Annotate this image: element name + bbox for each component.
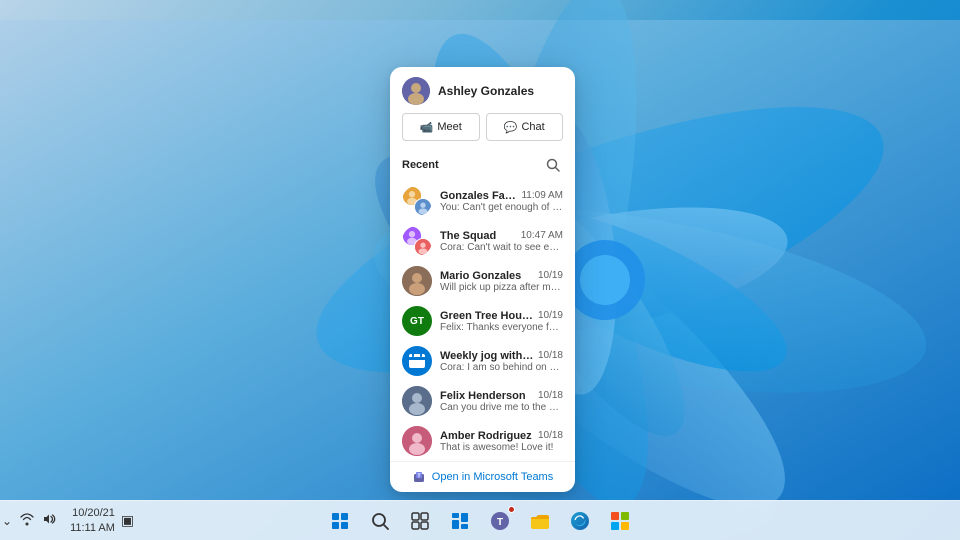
notification-badge [508, 506, 515, 513]
notification-center-icon[interactable]: ▣ [119, 512, 136, 529]
conversations-list: Gonzales Family 11:09 AM You: Can't get … [390, 181, 575, 461]
conversation-felix-henderson[interactable]: Felix Henderson 10/18 Can you drive me t… [390, 381, 575, 421]
recent-header: Recent [390, 151, 575, 181]
widgets-icon [451, 512, 469, 530]
wifi-icon [20, 512, 34, 526]
conversation-amber-rodriguez[interactable]: Amber Rodriguez 10/18 That is awesome! L… [390, 421, 575, 461]
conversation-green-tree-house[interactable]: GT Green Tree House PTA 10/19 Felix: Tha… [390, 301, 575, 341]
conversation-the-squad[interactable]: The Squad 10:47 AM Cora: Can't wait to s… [390, 221, 575, 261]
conversation-weekly-jog[interactable]: Weekly jog with Cora 10/18 Cora: I am so… [390, 341, 575, 381]
windows-logo [332, 513, 348, 529]
felix-henderson-content: Felix Henderson 10/18 Can you drive me t… [440, 390, 563, 413]
volume-icon [42, 512, 56, 526]
search-taskbar-button[interactable] [362, 503, 398, 539]
desktop: Ashley Gonzales 📹 Meet 💬 Chat Recent [0, 0, 960, 540]
chat-panel: Ashley Gonzales 📹 Meet 💬 Chat Recent [390, 67, 575, 492]
widgets-button[interactable] [442, 503, 478, 539]
felix-henderson-avatar [402, 386, 432, 416]
tray-chevron[interactable]: ⌄ [0, 514, 14, 528]
meet-button[interactable]: 📹 Meet [402, 113, 480, 141]
taskbar-center: T [322, 503, 638, 539]
teams-chat-taskbar-button[interactable]: T [482, 503, 518, 539]
gonzales-family-avatar [402, 186, 432, 216]
weekly-jog-avatar [402, 346, 432, 376]
search-icon [546, 158, 560, 172]
taskbar-right: ⌄ 10/20/21 11:11 AM ▣ [0, 506, 136, 535]
the-squad-content: The Squad 10:47 AM Cora: Can't wait to s… [440, 230, 563, 253]
panel-header: Ashley Gonzales [390, 67, 575, 113]
recent-label: Recent [402, 159, 439, 171]
search-taskbar-icon [371, 512, 389, 530]
edge-button[interactable] [562, 503, 598, 539]
task-view-button[interactable] [402, 503, 438, 539]
user-avatar [402, 77, 430, 105]
open-in-teams-button[interactable]: T Open in Microsoft Teams [390, 461, 575, 492]
chat-button[interactable]: 💬 Chat [486, 113, 564, 141]
video-icon: 📹 [420, 121, 434, 134]
search-icon-btn[interactable] [543, 155, 563, 175]
store-button[interactable] [602, 503, 638, 539]
taskbar: T [0, 500, 960, 540]
conversation-mario-gonzales[interactable]: Mario Gonzales 10/19 Will pick up pizza … [390, 261, 575, 301]
green-tree-house-avatar: GT [402, 306, 432, 336]
weekly-jog-content: Weekly jog with Cora 10/18 Cora: I am so… [440, 350, 563, 373]
mario-gonzales-avatar [402, 266, 432, 296]
conversation-gonzales-family[interactable]: Gonzales Family 11:09 AM You: Can't get … [390, 181, 575, 221]
speaker-icon[interactable] [40, 512, 58, 529]
edge-icon [570, 511, 590, 531]
user-name-label: Ashley Gonzales [438, 84, 534, 98]
green-tree-house-content: Green Tree House PTA 10/19 Felix: Thanks… [440, 310, 563, 333]
gonzales-family-content: Gonzales Family 11:09 AM You: Can't get … [440, 190, 563, 213]
amber-rodriguez-avatar [402, 426, 432, 456]
mario-gonzales-content: Mario Gonzales 10/19 Will pick up pizza … [440, 270, 563, 293]
teams-chat-taskbar-icon: T [490, 511, 510, 531]
the-squad-avatar [402, 226, 432, 256]
chat-icon: 💬 [504, 121, 518, 134]
file-explorer-icon [530, 512, 550, 530]
teams-icon: T [412, 470, 426, 484]
panel-actions: 📹 Meet 💬 Chat [390, 113, 575, 151]
amber-rodriguez-content: Amber Rodriguez 10/18 That is awesome! L… [440, 430, 563, 453]
file-explorer-button[interactable] [522, 503, 558, 539]
svg-text:T: T [497, 517, 503, 528]
svg-text:T: T [417, 474, 420, 480]
calendar-icon [408, 352, 426, 370]
store-icon [610, 511, 630, 531]
start-button[interactable] [322, 503, 358, 539]
system-clock[interactable]: 10/20/21 11:11 AM [70, 506, 115, 535]
task-view-icon [411, 512, 429, 530]
network-icon[interactable] [18, 512, 36, 529]
